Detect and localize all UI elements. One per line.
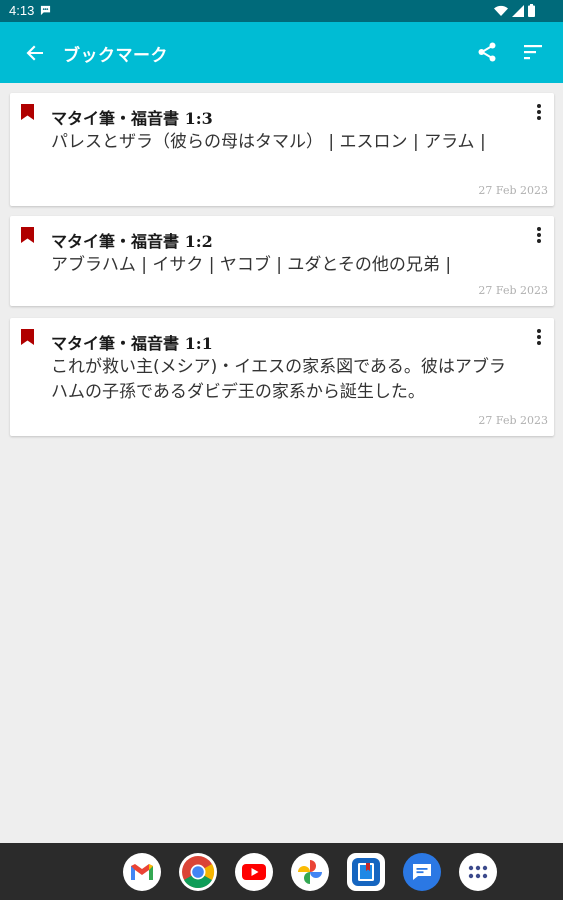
more-options-button[interactable] bbox=[532, 225, 546, 245]
bookmark-date: 27 Feb 2023 bbox=[478, 414, 548, 427]
bookmark-verse-text: パレスとザラ（彼らの母はタマル） | エスロン | アラム | bbox=[51, 132, 486, 152]
chrome-icon[interactable] bbox=[179, 853, 217, 891]
messages-glyph bbox=[413, 864, 431, 880]
more-options-button[interactable] bbox=[532, 102, 546, 122]
bible-app-glyph bbox=[352, 858, 380, 886]
battery-icon bbox=[528, 4, 535, 17]
more-options-button[interactable] bbox=[532, 327, 546, 347]
bookmark-card[interactable]: マタイ筆・福音書 1:2 アブラハム | イサク | ヤコブ | ユダとその他の… bbox=[10, 216, 554, 306]
photos-icon[interactable] bbox=[291, 853, 329, 891]
bookmark-date: 27 Feb 2023 bbox=[478, 184, 548, 197]
bookmark-card[interactable]: マタイ筆・福音書 1:1 これが救い主(メシア)・イエスの家系図である。彼はアブ… bbox=[10, 318, 554, 436]
bookmark-icon bbox=[21, 104, 34, 120]
messages-icon[interactable] bbox=[403, 853, 441, 891]
page-title: ブックマーク bbox=[63, 46, 168, 66]
status-bar: 4:13 bbox=[0, 0, 563, 22]
bible-app-icon[interactable] bbox=[347, 853, 385, 891]
back-arrow-icon bbox=[26, 45, 43, 61]
bookmark-verse-text: アブラハム | イサク | ヤコブ | ユダとその他の兄弟 | bbox=[51, 255, 452, 275]
youtube-glyph bbox=[242, 864, 266, 880]
status-time: 4:13 bbox=[9, 3, 35, 18]
gmail-glyph bbox=[131, 864, 153, 880]
app-drawer-glyph bbox=[468, 865, 488, 879]
bookmark-title: マタイ筆・福音書 1:2 bbox=[51, 232, 213, 251]
more-vert-icon bbox=[537, 329, 541, 345]
more-vert-icon bbox=[537, 227, 541, 243]
message-icon bbox=[40, 5, 51, 16]
photos-glyph bbox=[298, 860, 322, 884]
more-vert-icon bbox=[537, 104, 541, 120]
sort-icon bbox=[524, 45, 542, 60]
bookmark-icon bbox=[21, 329, 34, 345]
gmail-icon[interactable] bbox=[123, 853, 161, 891]
wifi-icon bbox=[494, 5, 508, 16]
bookmark-date: 27 Feb 2023 bbox=[478, 284, 548, 297]
back-button[interactable] bbox=[22, 40, 48, 66]
app-bar: ブックマーク bbox=[0, 22, 563, 83]
bookmark-verse-text: これが救い主(メシア)・イエスの家系図である。彼はアブラハムの子孫であるダビデ王… bbox=[51, 357, 506, 402]
share-button[interactable] bbox=[474, 39, 500, 65]
chrome-glyph bbox=[182, 856, 215, 889]
app-drawer-icon[interactable] bbox=[459, 853, 497, 891]
share-icon bbox=[478, 42, 496, 62]
bookmark-card[interactable]: マタイ筆・福音書 1:3 パレスとザラ（彼らの母はタマル） | エスロン | ア… bbox=[10, 93, 554, 206]
youtube-icon[interactable] bbox=[235, 853, 273, 891]
signal-icon bbox=[512, 4, 524, 17]
app-dock bbox=[0, 843, 563, 900]
bookmark-icon bbox=[21, 227, 34, 243]
bookmark-title: マタイ筆・福音書 1:1 bbox=[51, 334, 213, 353]
status-icons bbox=[494, 4, 535, 17]
sort-button[interactable] bbox=[520, 39, 546, 65]
bookmark-title: マタイ筆・福音書 1:3 bbox=[51, 109, 213, 128]
